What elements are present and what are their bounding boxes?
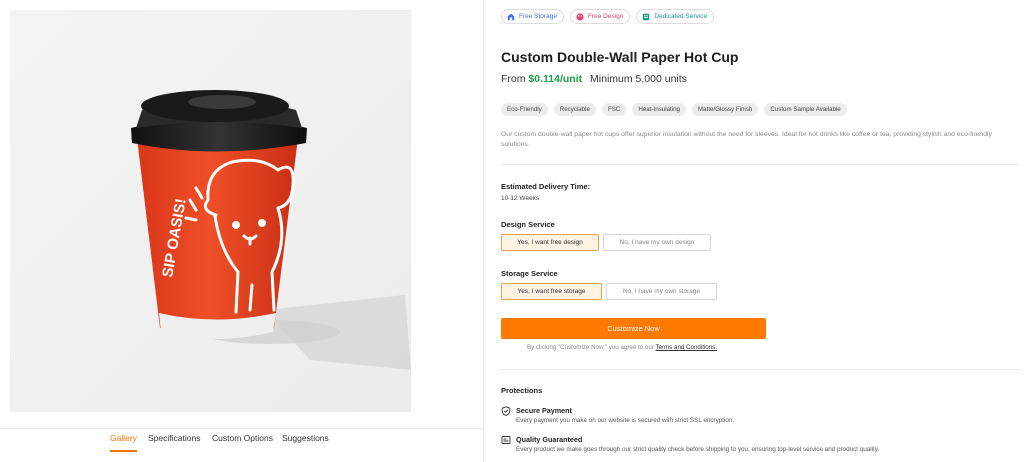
customize-now-button[interactable]: Customize Now (501, 318, 766, 339)
terms-agreement: By clicking "Customize Now," you agree t… (527, 344, 717, 351)
service-icon (643, 13, 650, 20)
storage-option-free[interactable]: Yes, I want free storage (501, 283, 602, 300)
divider (501, 369, 1019, 370)
unit-price: $0.114/unit (528, 73, 583, 85)
storage-option-own[interactable]: No, I have my own storage (606, 283, 717, 300)
tab-specifications[interactable]: Specifications (148, 433, 200, 450)
delivery-value: 10-12 Weeks (501, 195, 540, 202)
protection-text-secure-payment: Every payment you make on our website is… (516, 417, 735, 424)
price-prefix: From (501, 73, 526, 85)
badge-label: Free Design (587, 13, 624, 20)
badge-dedicated-service: Dedicated Service (636, 9, 715, 24)
tab-suggestions[interactable]: Suggestions (282, 433, 329, 450)
storage-service-label: Storage Service (501, 269, 558, 278)
feature-tag: Matte/Glossy Finish (692, 103, 759, 116)
feature-tag: Eco-Friendly (501, 103, 548, 116)
protection-title-secure-payment: Secure Payment (516, 406, 572, 415)
product-gallery-panel: SIP OASIS! Gallery Specifications Custom… (0, 0, 484, 462)
minimum-order: Minimum 5,000 units (590, 73, 687, 85)
coffee-cup-illustration: SIP OASIS! (10, 10, 411, 412)
design-service-label: Design Service (501, 220, 555, 229)
protection-text-quality: Every product we make goes through our s… (516, 446, 880, 453)
terms-link[interactable]: Terms and Conditions. (655, 344, 717, 351)
divider (501, 164, 1019, 165)
design-option-own[interactable]: No, I have my own design (603, 234, 711, 251)
feature-tag: Heat-Insulating (632, 103, 686, 116)
product-description: Our custom double-wall paper hot cups of… (501, 131, 992, 148)
design-option-free[interactable]: Yes, I want free design (501, 234, 599, 251)
delivery-label: Estimated Delivery Time: (501, 182, 591, 191)
product-details-panel: Free Storage Free Design Dedicated Servi… (500, 0, 1020, 462)
price-line: From $0.114/unit Minimum 5,000 units (501, 73, 687, 85)
feature-tag: Custom Sample Available (764, 103, 847, 116)
service-badges: Free Storage Free Design Dedicated Servi… (501, 9, 715, 24)
product-title: Custom Double-Wall Paper Hot Cup (501, 49, 739, 65)
badge-label: Dedicated Service (654, 13, 708, 20)
protections-heading: Protections (501, 386, 543, 395)
tab-custom-options[interactable]: Custom Options (212, 433, 273, 450)
terms-prefix: By clicking "Customize Now," you agree t… (527, 344, 654, 351)
shield-check-icon (501, 406, 511, 416)
product-image[interactable]: SIP OASIS! (10, 10, 411, 412)
feature-tag: Recyclable (553, 103, 596, 116)
badge-free-storage: Free Storage (501, 9, 564, 24)
storage-icon (507, 13, 515, 20)
gallery-tab-bar: Gallery Specifications Custom Options Su… (0, 428, 484, 462)
palette-icon (576, 12, 584, 21)
quality-badge-icon (501, 436, 511, 444)
badge-free-design: Free Design (569, 9, 631, 24)
badge-label: Free Storage (519, 13, 557, 20)
tab-gallery[interactable]: Gallery (110, 433, 137, 452)
protection-title-quality: Quality Guaranteed (516, 435, 583, 444)
feature-tag: FSC (602, 103, 627, 116)
feature-tags: Eco-Friendly Recyclable FSC Heat-Insulat… (501, 103, 847, 116)
